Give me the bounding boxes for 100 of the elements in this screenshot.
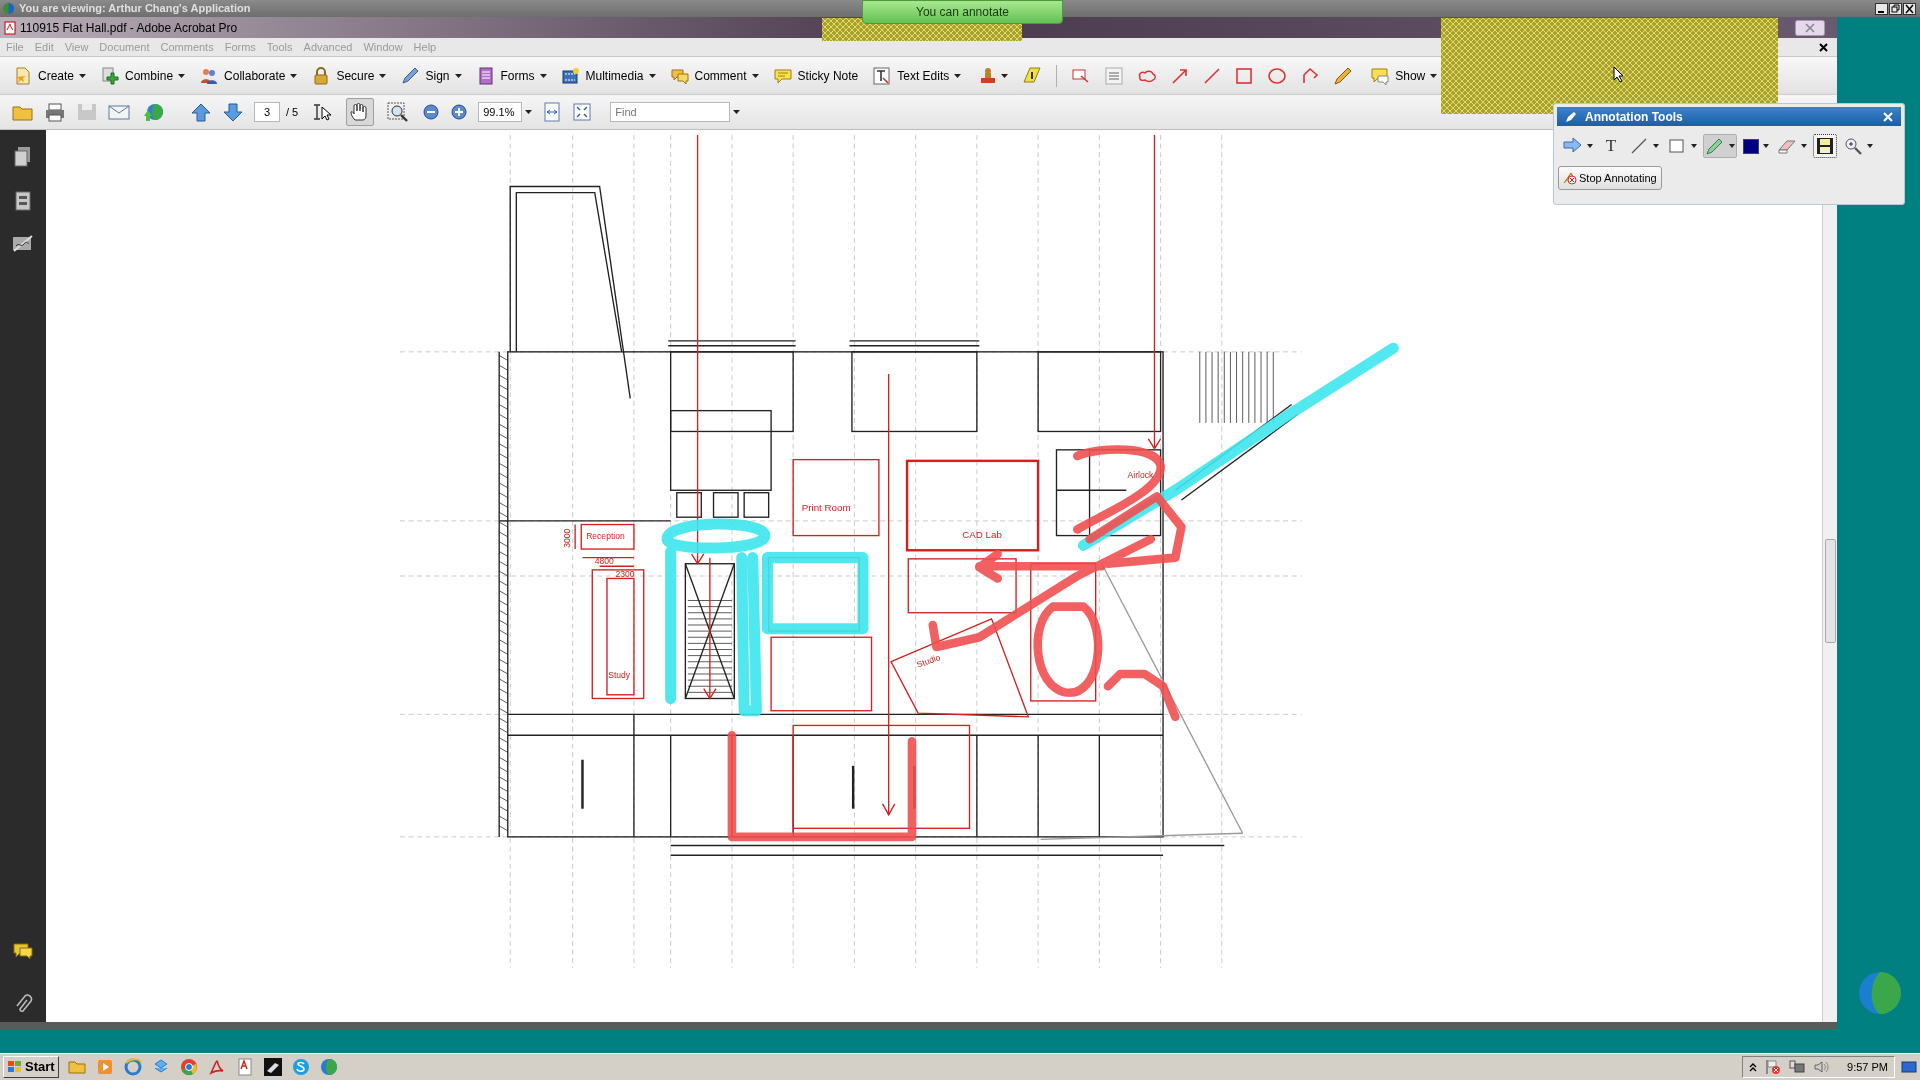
- notification-toast: You can annotate: [862, 0, 1063, 24]
- envelope-icon[interactable]: [108, 102, 132, 122]
- windows-logo-icon: [7, 1060, 23, 1074]
- pdf-file-icon: [4, 20, 16, 35]
- find-field[interactable]: Find: [610, 102, 731, 122]
- caret-icon[interactable]: [751, 73, 759, 78]
- globe-icon: [318, 1057, 339, 1077]
- caret-icon[interactable]: [539, 73, 547, 78]
- start-button[interactable]: Start: [3, 1056, 59, 1078]
- caret-icon[interactable]: [79, 73, 87, 78]
- document-icon: [13, 65, 33, 86]
- panel-title: Annotation Tools: [1585, 108, 1683, 126]
- toolbar-button[interactable]: Multimedia: [557, 61, 659, 90]
- caret-icon[interactable]: [1801, 144, 1807, 148]
- window-title: 110915 Flat Hall.pdf - Adobe Acrobat Pro: [20, 19, 238, 37]
- printer-icon[interactable]: [44, 102, 66, 122]
- page-number-field[interactable]: 3: [254, 102, 280, 122]
- show-desktop-icon[interactable]: [1901, 1059, 1917, 1075]
- close-icon[interactable]: [1903, 2, 1916, 15]
- caret-icon[interactable]: [733, 110, 741, 114]
- toolbar-button[interactable]: Forms: [472, 61, 550, 90]
- fit-page-icon[interactable]: [572, 102, 593, 122]
- caret-icon[interactable]: [1430, 73, 1438, 78]
- caret-icon[interactable]: [1653, 144, 1659, 148]
- zoom-out-icon[interactable]: [422, 103, 441, 121]
- mouse-cursor-icon: [1613, 66, 1624, 83]
- cloud-icon[interactable]: [1137, 67, 1158, 84]
- restore-icon[interactable]: [1889, 2, 1902, 15]
- minimize-icon[interactable]: [1875, 2, 1888, 15]
- plus-icon: [100, 65, 121, 86]
- rectangle-icon[interactable]: [1235, 66, 1254, 85]
- speech-bubble-icon: [1370, 65, 1391, 86]
- toolbar-button[interactable]: Collaborate: [196, 61, 301, 90]
- pen-icon: [400, 65, 421, 86]
- layers-icon[interactable]: [13, 190, 33, 212]
- chrome-browser-icon: [178, 1057, 199, 1077]
- caret-icon[interactable]: [525, 110, 533, 114]
- caret-icon[interactable]: [454, 73, 462, 78]
- polygon-icon[interactable]: [1301, 66, 1320, 85]
- share-status-text: You are viewing: Arthur Chang's Application: [19, 1, 251, 17]
- toolbar-button[interactable]: Sticky Note: [769, 61, 862, 90]
- toolbar-button[interactable]: Show: [1367, 61, 1441, 90]
- browser-icon: [122, 1057, 143, 1077]
- pencil-icon[interactable]: [1333, 65, 1354, 86]
- zoom-field[interactable]: 99.1%: [478, 102, 523, 122]
- pencil-icon: [1565, 110, 1577, 123]
- arrow-icon[interactable]: [1171, 66, 1190, 85]
- scroll-thumb[interactable]: [1824, 539, 1836, 643]
- rectangle-icon: [1667, 136, 1687, 156]
- marquee-zoom-icon: [387, 102, 410, 122]
- caret-icon[interactable]: [379, 73, 387, 78]
- annotation-tool-button[interactable]: T: [1599, 134, 1623, 158]
- skype-icon: [290, 1057, 311, 1077]
- dimension-label: 4800: [594, 555, 614, 566]
- line-icon[interactable]: [1203, 66, 1222, 85]
- annotation-tool-button[interactable]: [1813, 134, 1837, 158]
- ellipse-icon[interactable]: [1267, 66, 1288, 85]
- highlight-text-icon[interactable]: [1022, 65, 1043, 86]
- toolbar-button[interactable]: Create: [10, 61, 90, 90]
- room-label: Studio: [915, 652, 942, 670]
- caret-icon[interactable]: [178, 73, 186, 78]
- caret-icon[interactable]: [1763, 144, 1769, 148]
- arrow-down-icon[interactable]: [222, 102, 244, 122]
- toolbar-button[interactable]: Combine: [97, 61, 189, 90]
- caret-icon[interactable]: [1587, 144, 1593, 148]
- room-label: Airlock: [1127, 470, 1154, 480]
- page-count: / 5: [286, 104, 299, 120]
- caret-icon[interactable]: [290, 73, 298, 78]
- text-edit-icon: [872, 65, 893, 86]
- fit-width-icon[interactable]: [542, 102, 563, 122]
- stop-annotating-button[interactable]: Stop Annotating: [1558, 166, 1662, 190]
- globe-icon[interactable]: [142, 102, 166, 122]
- toolbar-button[interactable]: Text Edits: [869, 61, 965, 90]
- pages-icon[interactable]: [13, 146, 33, 168]
- toolbar-button[interactable]: Secure: [308, 61, 390, 90]
- film-icon: [560, 65, 581, 86]
- caret-icon[interactable]: [648, 73, 656, 78]
- room-label: Print Room: [801, 502, 851, 514]
- toolbar-button[interactable]: Sign: [397, 61, 465, 90]
- toolbar-button[interactable]: Comment: [666, 61, 762, 90]
- signature-icon[interactable]: [12, 234, 34, 254]
- chevron-up-icon[interactable]: [1749, 1062, 1758, 1072]
- caret-icon[interactable]: [1729, 144, 1735, 148]
- line-icon: [1629, 136, 1649, 156]
- globe-icon: [2, 2, 15, 15]
- network-icon[interactable]: [1789, 1059, 1806, 1075]
- close-icon[interactable]: [1819, 42, 1828, 52]
- caret-icon[interactable]: [1867, 144, 1873, 148]
- tool-button[interactable]: [346, 98, 375, 126]
- clock[interactable]: 9:57 PM: [1847, 1058, 1888, 1076]
- comments-icon[interactable]: [12, 942, 34, 960]
- zoom-in-icon[interactable]: [450, 103, 469, 121]
- arrow-up-icon[interactable]: [190, 102, 212, 122]
- caret-icon[interactable]: [954, 73, 962, 78]
- caret-icon[interactable]: [1001, 73, 1009, 78]
- pencil-icon: [1705, 136, 1725, 156]
- flag-icon[interactable]: [1765, 1059, 1782, 1075]
- caret-icon[interactable]: [1691, 144, 1697, 148]
- arrow-icon: [1563, 136, 1583, 156]
- room-label: CAD Lab: [962, 529, 1002, 541]
